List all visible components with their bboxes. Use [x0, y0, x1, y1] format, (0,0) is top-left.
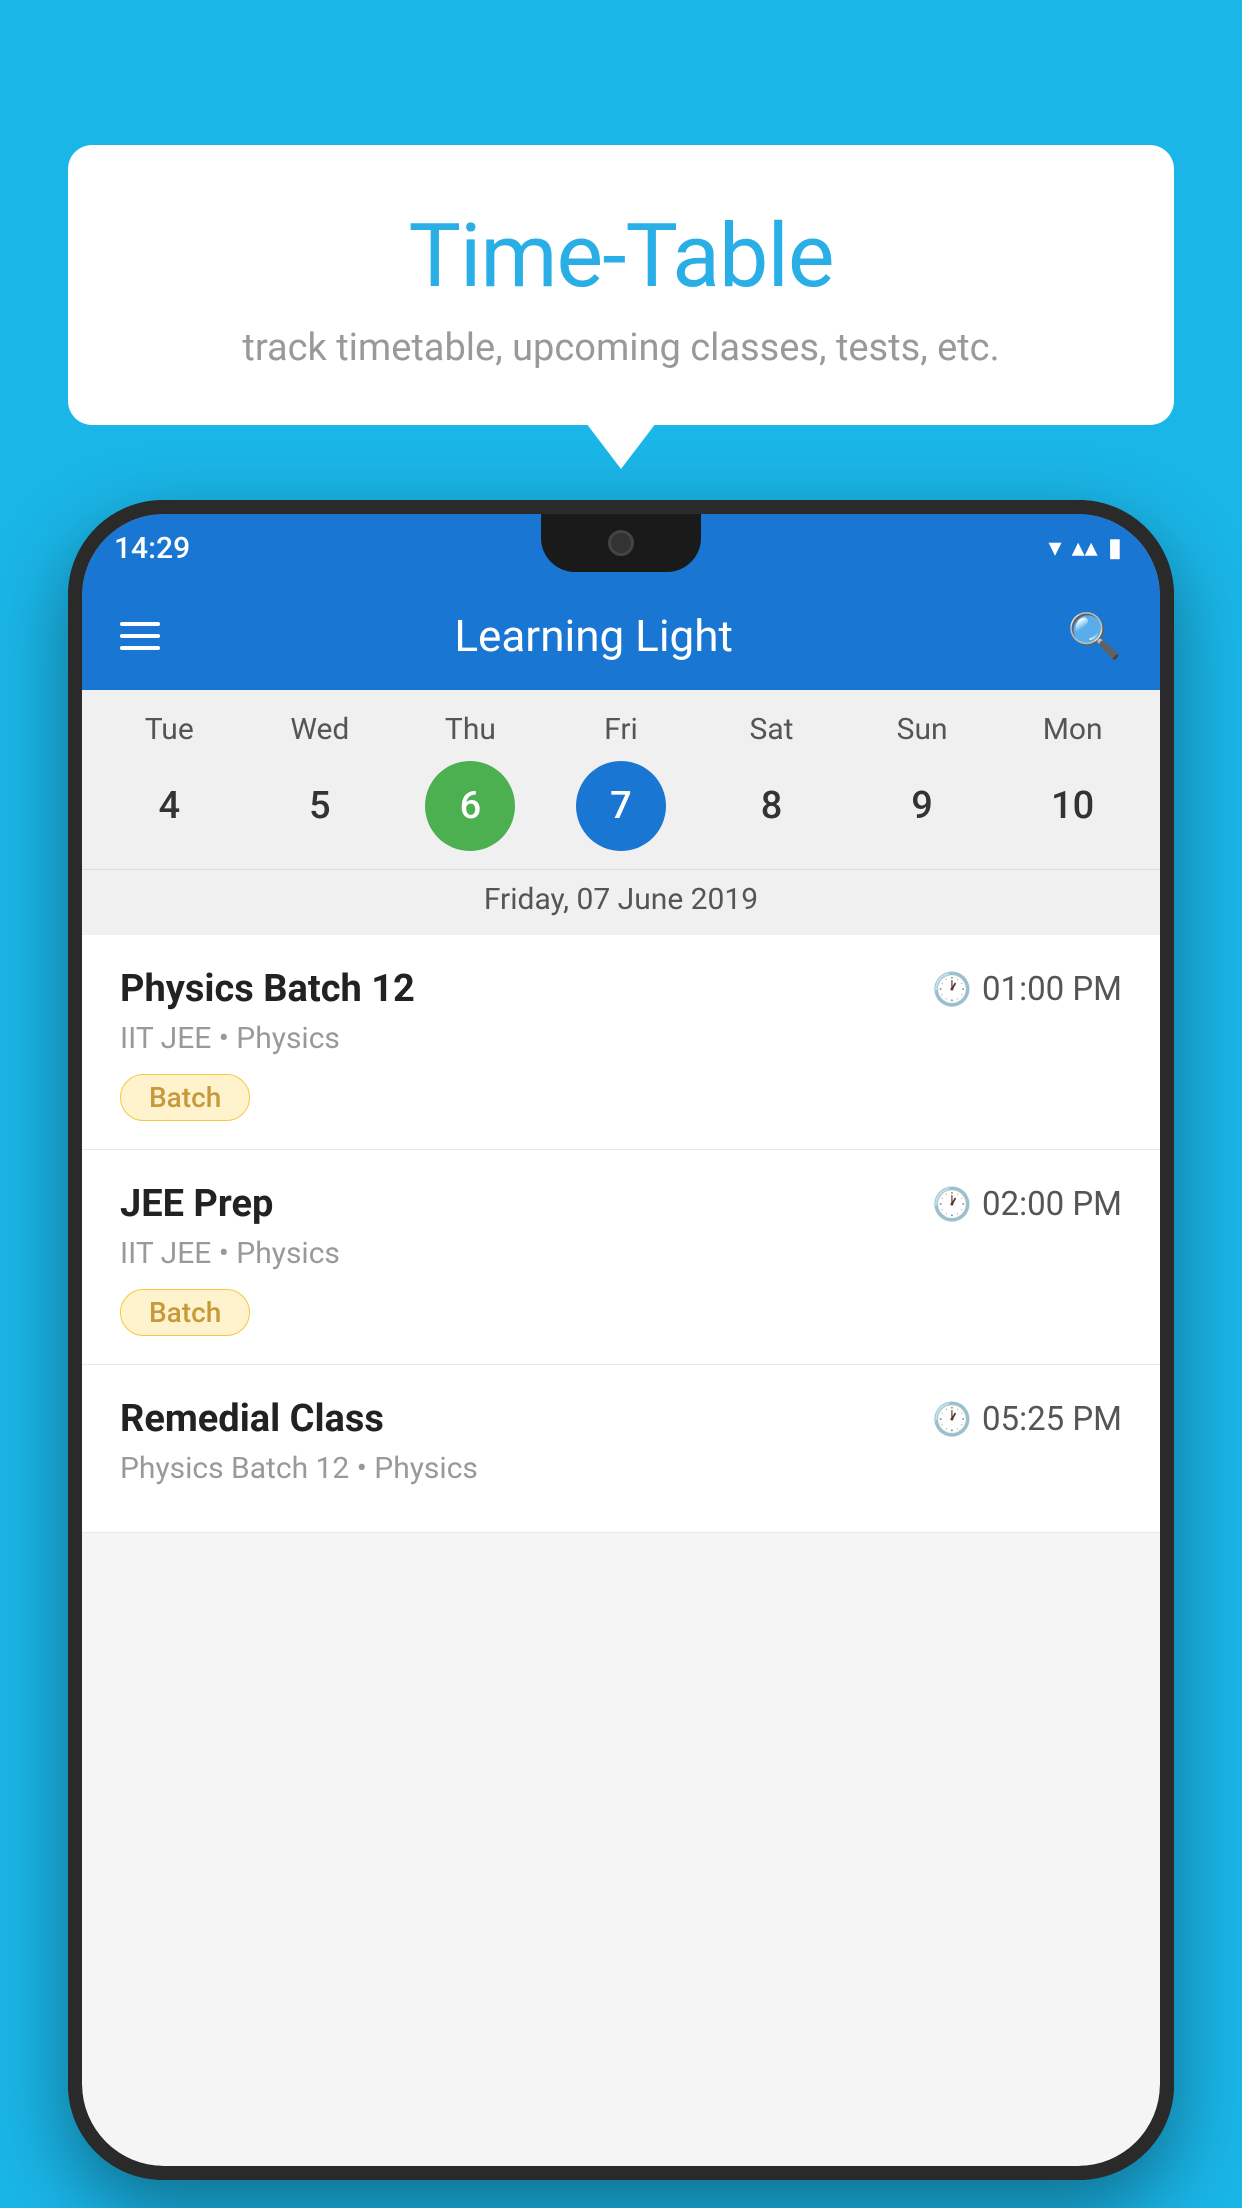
day-label-wed[interactable]: Wed: [275, 712, 365, 747]
schedule-item-1[interactable]: Physics Batch 12 🕐 01:00 PM IIT JEE • Ph…: [82, 935, 1160, 1150]
day-label-sun[interactable]: Sun: [877, 712, 967, 747]
calendar-strip: Tue Wed Thu Fri Sat Sun Mon 4 5 6 7 8 9 …: [82, 690, 1160, 935]
clock-icon-2: 🕐: [932, 1185, 972, 1223]
batch-badge-2: Batch: [120, 1289, 250, 1336]
status-icons: ▾ ▴▴ ▮: [1049, 533, 1122, 563]
schedule-item-2[interactable]: JEE Prep 🕐 02:00 PM IIT JEE • Physics Ba…: [82, 1150, 1160, 1365]
day-label-tue[interactable]: Tue: [124, 712, 214, 747]
schedule-item-header-2: JEE Prep 🕐 02:00 PM: [120, 1182, 1122, 1226]
app-title: Learning Light: [192, 610, 995, 662]
phone-container: 14:29 ▾ ▴▴ ▮ Learning Light 🔍: [68, 500, 1174, 2208]
schedule-time-3: 🕐 05:25 PM: [932, 1400, 1122, 1439]
schedule-title-3: Remedial Class: [120, 1397, 384, 1441]
speech-bubble-title: Time-Table: [108, 205, 1134, 308]
schedule-item-header-3: Remedial Class 🕐 05:25 PM: [120, 1397, 1122, 1441]
schedule-title-1: Physics Batch 12: [120, 967, 415, 1011]
clock-icon-1: 🕐: [932, 970, 972, 1008]
day-label-fri[interactable]: Fri: [576, 712, 666, 747]
day-numbers: 4 5 6 7 8 9 10: [82, 761, 1160, 851]
day-label-mon[interactable]: Mon: [1028, 712, 1118, 747]
day-num-9[interactable]: 9: [877, 761, 967, 851]
status-time: 14:29: [114, 531, 190, 566]
schedule-item-3[interactable]: Remedial Class 🕐 05:25 PM Physics Batch …: [82, 1365, 1160, 1533]
signal-icon: ▴▴: [1072, 533, 1098, 563]
schedule-time-text-3: 05:25 PM: [982, 1400, 1122, 1439]
day-num-10[interactable]: 10: [1028, 761, 1118, 851]
speech-bubble: Time-Table track timetable, upcoming cla…: [68, 145, 1174, 425]
schedule-title-2: JEE Prep: [120, 1182, 273, 1226]
day-num-8[interactable]: 8: [727, 761, 817, 851]
battery-icon: ▮: [1108, 533, 1122, 563]
hamburger-icon[interactable]: [120, 622, 160, 650]
search-icon[interactable]: 🔍: [1067, 610, 1122, 662]
schedule-subtitle-2: IIT JEE • Physics: [120, 1236, 1122, 1271]
camera: [608, 530, 634, 556]
day-num-5[interactable]: 5: [275, 761, 365, 851]
clock-icon-3: 🕐: [932, 1400, 972, 1438]
day-num-4[interactable]: 4: [124, 761, 214, 851]
batch-badge-1: Batch: [120, 1074, 250, 1121]
day-label-sat[interactable]: Sat: [727, 712, 817, 747]
schedule-time-text-1: 01:00 PM: [982, 970, 1122, 1009]
speech-bubble-subtitle: track timetable, upcoming classes, tests…: [108, 326, 1134, 370]
schedule-subtitle-3: Physics Batch 12 • Physics: [120, 1451, 1122, 1486]
day-num-6[interactable]: 6: [425, 761, 515, 851]
schedule-time-2: 🕐 02:00 PM: [932, 1185, 1122, 1224]
schedule-item-header-1: Physics Batch 12 🕐 01:00 PM: [120, 967, 1122, 1011]
selected-date-label: Friday, 07 June 2019: [82, 869, 1160, 935]
schedule-list: Physics Batch 12 🕐 01:00 PM IIT JEE • Ph…: [82, 935, 1160, 1533]
day-headers: Tue Wed Thu Fri Sat Sun Mon: [82, 712, 1160, 747]
day-num-7[interactable]: 7: [576, 761, 666, 851]
wifi-icon: ▾: [1049, 533, 1062, 563]
phone-mockup: 14:29 ▾ ▴▴ ▮ Learning Light 🔍: [68, 500, 1174, 2180]
day-label-thu[interactable]: Thu: [425, 712, 515, 747]
schedule-time-text-2: 02:00 PM: [982, 1185, 1122, 1224]
schedule-time-1: 🕐 01:00 PM: [932, 970, 1122, 1009]
schedule-subtitle-1: IIT JEE • Physics: [120, 1021, 1122, 1056]
app-bar: Learning Light 🔍: [82, 582, 1160, 690]
speech-bubble-container: Time-Table track timetable, upcoming cla…: [68, 145, 1174, 425]
phone-screen: 14:29 ▾ ▴▴ ▮ Learning Light 🔍: [82, 514, 1160, 2166]
notch: [541, 514, 701, 572]
